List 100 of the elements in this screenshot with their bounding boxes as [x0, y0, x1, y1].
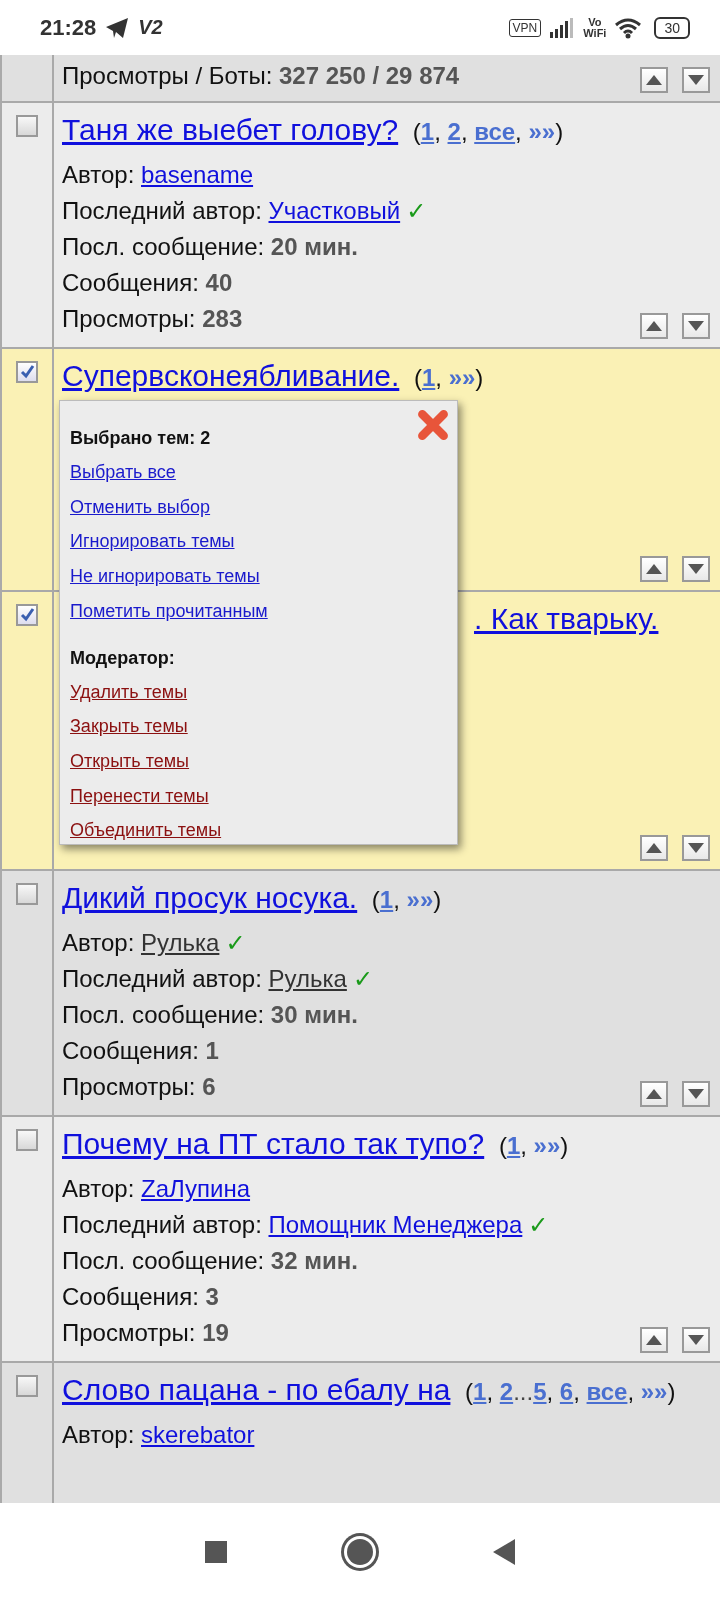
- page-link[interactable]: 2: [447, 118, 461, 145]
- moderator-action-link[interactable]: Открыть темы: [70, 743, 190, 779]
- page-bracket: ): [555, 118, 564, 145]
- page-separator: ,: [393, 886, 400, 913]
- up-triangle-icon: [646, 564, 662, 574]
- down-triangle-icon: [688, 321, 704, 331]
- meta-label: Последний автор:: [62, 1211, 262, 1238]
- page-link[interactable]: 1: [420, 118, 435, 145]
- page-separator: ,: [435, 364, 442, 391]
- views-bots-stat: Просмотры / Боты: 327 250 / 29 874: [62, 61, 460, 91]
- move-down-button[interactable]: [682, 556, 710, 582]
- wifi-icon: [614, 16, 643, 39]
- popup-action-link[interactable]: Не игнорировать темы: [70, 559, 260, 594]
- page-separator: ,: [546, 1378, 554, 1405]
- move-up-button[interactable]: [640, 835, 668, 861]
- page-bracket: ): [475, 364, 484, 391]
- meta-label: Последний автор:: [62, 197, 262, 224]
- page-separator: ,: [460, 118, 468, 145]
- username-link[interactable]: Помощник Менеджера: [268, 1211, 523, 1238]
- back-button[interactable]: [493, 1538, 515, 1565]
- username-link[interactable]: ZaЛупина: [141, 1175, 251, 1202]
- topic-stat: Просмотры: 283: [62, 304, 243, 334]
- page-bracket: (: [413, 364, 422, 391]
- topic-title-link[interactable]: Слово пацана - по ебалу на: [62, 1373, 451, 1406]
- username-link[interactable]: skerebator: [141, 1421, 255, 1448]
- page-link[interactable]: 5: [533, 1378, 547, 1405]
- paper-plane-icon: [104, 16, 131, 39]
- move-up-button[interactable]: [640, 67, 668, 93]
- down-triangle-icon: [688, 1335, 704, 1345]
- next-page-link[interactable]: »»: [406, 886, 434, 913]
- topic-title-link[interactable]: Супервсконеябливание.: [62, 359, 400, 392]
- page-bracket: ): [667, 1378, 676, 1405]
- topic-title-link[interactable]: Почему на ПТ стало так тупо?: [62, 1127, 485, 1160]
- move-down-button[interactable]: [682, 835, 710, 861]
- up-triangle-icon: [646, 321, 662, 331]
- vpn-badge: VPN: [508, 18, 542, 37]
- page-separator: ,: [486, 1378, 494, 1405]
- vowifi-label: Vo: [588, 16, 602, 28]
- page-link[interactable]: 1: [421, 364, 436, 391]
- topic-title-link[interactable]: Дикий просук носука.: [62, 881, 358, 914]
- next-page-link[interactable]: »»: [528, 118, 556, 145]
- page-separator: ,: [627, 1378, 635, 1405]
- moderator-action-link[interactable]: Объединить темы: [70, 813, 222, 849]
- page-bracket: ): [433, 886, 442, 913]
- move-down-button[interactable]: [682, 67, 710, 93]
- all-pages-link[interactable]: все: [474, 118, 516, 145]
- page-separator: ,: [520, 1132, 527, 1159]
- topic-stat: Просмотры: 6: [62, 1072, 216, 1102]
- next-page-link[interactable]: »»: [533, 1132, 561, 1159]
- page-bracket: (: [412, 118, 421, 145]
- move-up-button[interactable]: [640, 556, 668, 582]
- status-time: 21:28: [40, 14, 97, 41]
- page-link[interactable]: 1: [379, 886, 394, 913]
- page-link[interactable]: 2: [499, 1378, 514, 1405]
- verified-check: ✓: [352, 965, 373, 992]
- all-pages-link[interactable]: все: [586, 1378, 628, 1405]
- username-link[interactable]: Рулька: [268, 965, 347, 992]
- moderator-action-link[interactable]: Перенести темы: [70, 778, 209, 814]
- topic-checkbox[interactable]: [16, 883, 38, 905]
- moderator-action-link[interactable]: Закрыть темы: [70, 709, 188, 744]
- topic-checkbox[interactable]: [16, 604, 38, 626]
- topic-title-link[interactable]: Таня же выебет голову?: [62, 113, 399, 146]
- popup-action-link[interactable]: Выбрать все: [70, 455, 176, 490]
- popup-action-link[interactable]: Игнорировать темы: [70, 524, 235, 560]
- topic-stat: Сообщения: 3: [62, 1282, 219, 1312]
- page-separator: ,: [573, 1378, 580, 1405]
- username-link[interactable]: Участковый: [268, 197, 401, 224]
- move-down-button[interactable]: [682, 1327, 710, 1353]
- page-link[interactable]: 1: [473, 1378, 487, 1405]
- page-separator: ,: [515, 118, 522, 145]
- popup-action-link[interactable]: Пометить прочитанным: [70, 593, 268, 629]
- page-link[interactable]: 6: [559, 1378, 574, 1405]
- move-down-button[interactable]: [682, 313, 710, 339]
- popup-action-link[interactable]: Отменить выбор: [70, 489, 211, 525]
- username-link[interactable]: Рулька: [141, 929, 220, 956]
- next-page-link[interactable]: »»: [640, 1378, 668, 1405]
- move-down-button[interactable]: [682, 1081, 710, 1107]
- username-link[interactable]: basename: [141, 161, 254, 188]
- moderator-action-link[interactable]: Удалить темы: [70, 674, 188, 710]
- move-up-button[interactable]: [640, 1081, 668, 1107]
- topic-title-link[interactable]: . Как тварьку.: [474, 602, 659, 635]
- up-triangle-icon: [646, 1335, 662, 1345]
- close-icon[interactable]: [417, 409, 449, 441]
- topic-checkbox[interactable]: [16, 361, 38, 383]
- page-bracket: (: [465, 1378, 474, 1405]
- next-page-link[interactable]: »»: [448, 364, 476, 391]
- vowifi-label: WiFi: [583, 27, 607, 39]
- topic-checkbox[interactable]: [16, 1129, 38, 1151]
- move-up-button[interactable]: [640, 313, 668, 339]
- move-up-button[interactable]: [640, 1327, 668, 1353]
- down-triangle-icon: [688, 843, 704, 853]
- battery-indicator: 30: [654, 16, 690, 39]
- topic-checkbox[interactable]: [16, 1375, 38, 1397]
- verified-check: ✓: [528, 1211, 549, 1238]
- down-triangle-icon: [688, 564, 704, 574]
- meta-label: Автор:: [62, 1175, 135, 1202]
- topic-checkbox[interactable]: [16, 115, 38, 137]
- recents-button[interactable]: [205, 1540, 227, 1563]
- meta-label: Последний автор:: [62, 965, 262, 992]
- page-link[interactable]: 1: [506, 1132, 521, 1159]
